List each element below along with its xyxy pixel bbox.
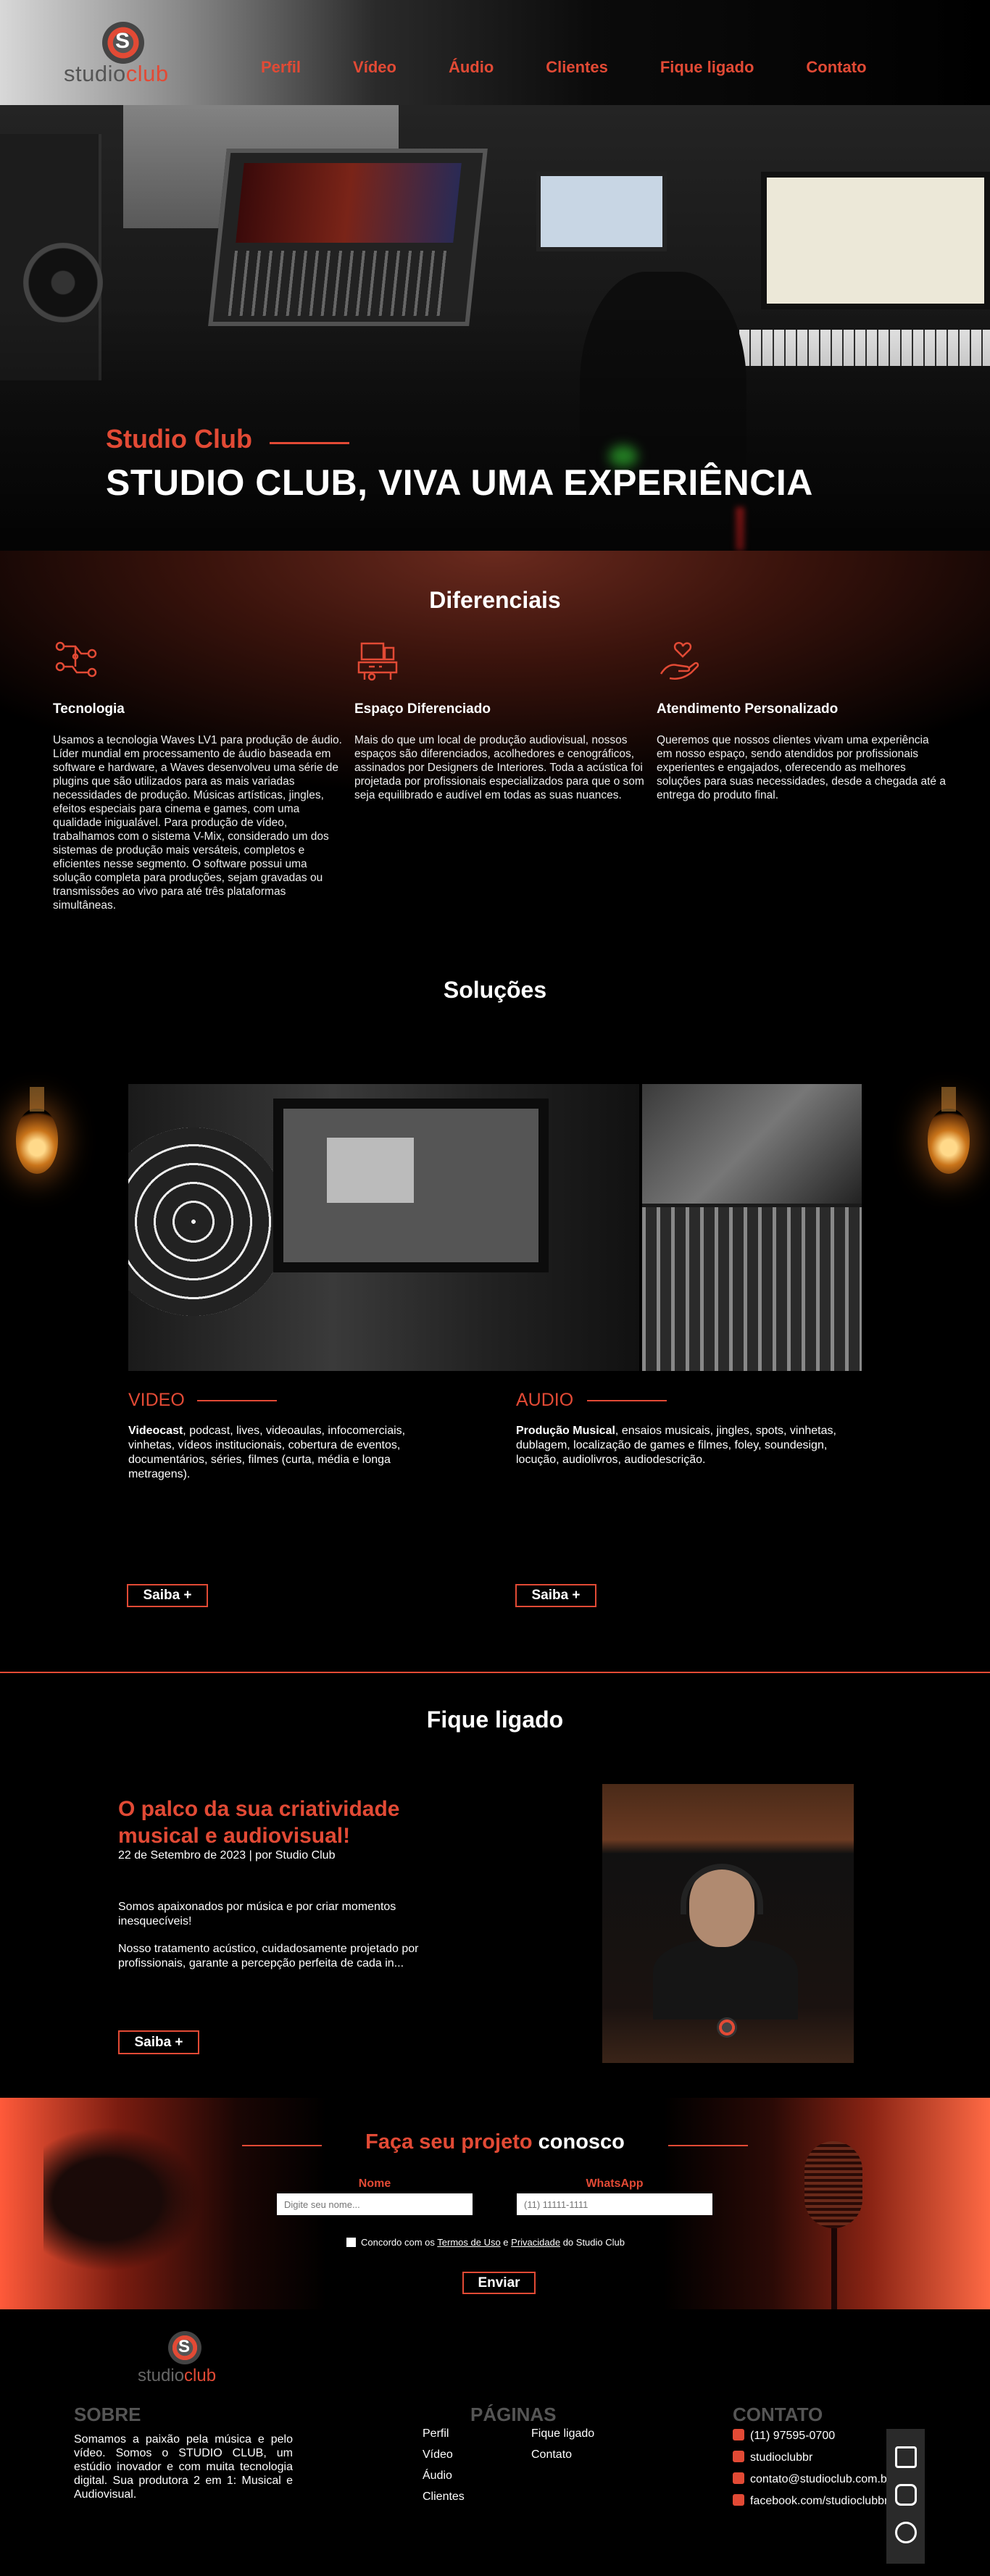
footer-sobre-text: Somamos a paixão pela música e pelo víde… [74, 2433, 293, 2501]
footer-link-clientes[interactable]: Clientes [423, 2490, 465, 2504]
submit-button[interactable]: Enviar [462, 2272, 536, 2294]
hero-title: STUDIO CLUB, VIVA UMA EXPERIÊNCIA [106, 462, 813, 503]
contact-title-line-left [242, 2145, 322, 2146]
hero-banner: Studio Club STUDIO CLUB, VIVA UMA EXPERI… [0, 105, 990, 551]
whatsapp-input[interactable] [517, 2193, 712, 2215]
footer-logo-mark-icon: S [168, 2331, 201, 2364]
video-saiba-button[interactable]: Saiba + [127, 1584, 208, 1607]
post-meta: 22 de Setembro de 2023 | por Studio Club [118, 1849, 336, 1862]
hero-kicker: Studio Club [106, 424, 252, 454]
terms-link[interactable]: Termos de Uso [437, 2237, 500, 2248]
video-heading: VIDEO [128, 1390, 185, 1410]
footer-link-video[interactable]: Vídeo [423, 2448, 453, 2462]
microphone-image [804, 2141, 862, 2228]
solucoes-title: Soluções [443, 977, 547, 1003]
footer-link-audio[interactable]: Áudio [423, 2469, 452, 2483]
name-label: Nome [358, 2177, 391, 2190]
video-description: Videocast, podcast, lives, videoaulas, i… [128, 1424, 447, 1482]
diferencial-title: Tecnologia [53, 701, 125, 717]
diferencial-atendimento: Atendimento Personalizado Queremos que n… [657, 638, 947, 802]
header-logo[interactable]: S studioclub [64, 22, 187, 87]
diferencial-espaco: Espaço Diferenciado Mais do que um local… [354, 638, 644, 802]
audio-lead: Produção Musical [516, 1425, 615, 1437]
studio-icon [357, 642, 398, 681]
main-menu: Perfil Vídeo Áudio Clientes Fique ligado… [261, 58, 919, 77]
nav-perfil[interactable]: Perfil [261, 58, 301, 77]
post-title[interactable]: O palco da sua criatividade musical e au… [118, 1796, 444, 1849]
diferenciais-section: Diferenciais Tecnologia Usamos a tecnolo… [0, 551, 990, 956]
site-header: S studioclub Perfil Vídeo Áudio Clientes… [0, 0, 990, 105]
diferenciais-title: Diferenciais [429, 587, 561, 613]
right-bulb-image [920, 1087, 977, 1188]
logo-brand-part1: studio [64, 61, 126, 86]
footer-paginas-title: PÁGINAS [470, 2404, 557, 2425]
site-footer: S studioclub SOBRE Somamos a paixão pela… [0, 2309, 990, 2576]
audio-description: Produção Musical, ensaios musicais, jing… [516, 1424, 864, 1467]
audio-heading: AUDIO [516, 1390, 574, 1410]
network-icon [55, 641, 97, 678]
audio-solution-image [642, 1084, 862, 1371]
diferencial-text: Mais do que um local de produção audiovi… [354, 734, 644, 801]
footer-link-perfil[interactable]: Perfil [423, 2427, 449, 2440]
nav-video[interactable]: Vídeo [353, 58, 396, 77]
diferencial-title: Espaço Diferenciado [354, 701, 491, 717]
footer-contact-instagram[interactable]: studioclubbr [733, 2451, 812, 2464]
footer-contact-whatsapp[interactable]: (11) 97595-0700 [733, 2429, 835, 2443]
fique-ligado-title: Fique ligado [426, 1706, 564, 1733]
nav-audio[interactable]: Áudio [449, 58, 494, 77]
footer-logo[interactable]: S studioclub [136, 2331, 238, 2389]
email-icon [733, 2472, 744, 2484]
post-excerpt-1: Somos apaixonados por música e por criar… [118, 1901, 396, 1927]
diferencial-title: Atendimento Personalizado [657, 701, 839, 717]
audio-heading-line [587, 1400, 667, 1401]
hero-kicker-line [270, 442, 349, 444]
logo-mark-letter: S [115, 29, 130, 53]
post-image[interactable] [602, 1784, 854, 2063]
whatsapp-icon [733, 2429, 744, 2440]
nav-clientes[interactable]: Clientes [546, 58, 608, 77]
video-heading-line [197, 1400, 277, 1401]
name-input[interactable] [277, 2193, 473, 2215]
post-saiba-button[interactable]: Saiba + [118, 2030, 199, 2054]
logo-text: studioclub [64, 61, 169, 87]
instagram-icon [733, 2451, 744, 2462]
nav-fique-ligado[interactable]: Fique ligado [660, 58, 754, 77]
whatsapp-label: WhatsApp [586, 2177, 644, 2190]
contact-title-line-right [668, 2145, 748, 2146]
consent-text: Concordo com os Termos de Uso e Privacid… [361, 2237, 625, 2248]
video-lead: Videocast [128, 1425, 183, 1437]
diferencial-text: Queremos que nossos clientes vivam uma e… [657, 734, 946, 801]
diferencial-tecnologia: Tecnologia Usamos a tecnologia Waves LV1… [53, 638, 343, 912]
audio-saiba-button[interactable]: Saiba + [515, 1584, 596, 1607]
contact-section: Faça seu projeto conosco Nome WhatsApp C… [0, 2098, 990, 2309]
nav-contato[interactable]: Contato [806, 58, 866, 77]
logo-brand-part2: club [125, 61, 169, 86]
diferencial-text: Usamos a tecnologia Waves LV1 para produ… [53, 734, 342, 912]
mail-open-icon[interactable] [895, 2446, 917, 2468]
whatsapp-icon[interactable] [895, 2522, 917, 2543]
contact-title-accent: Faça seu projeto [365, 2130, 533, 2154]
privacy-link[interactable]: Privacidade [511, 2237, 560, 2248]
consent-checkbox[interactable] [346, 2238, 356, 2247]
post-excerpt-2: Nosso tratamento acústico, cuidadosament… [118, 1943, 419, 1969]
footer-sobre-title: SOBRE [74, 2404, 141, 2425]
contact-title-rest: conosco [532, 2130, 625, 2154]
contact-title: Faça seu projeto conosco [0, 2130, 990, 2154]
instagram-icon[interactable] [895, 2484, 917, 2506]
footer-link-contato[interactable]: Contato [531, 2448, 572, 2462]
video-solution-image [128, 1084, 639, 1371]
section-divider [0, 1672, 990, 1673]
footer-contato-title: CONTATO [733, 2404, 823, 2425]
floating-social-bar [886, 2429, 925, 2564]
footer-contact-facebook[interactable]: facebook.com/studioclubbr [733, 2494, 888, 2508]
footer-link-fique-ligado[interactable]: Fique ligado [531, 2427, 594, 2440]
facebook-icon [733, 2494, 744, 2506]
logo-mark-icon: S [102, 22, 144, 64]
left-bulb-image [9, 1087, 65, 1188]
hand-heart-icon [660, 641, 699, 680]
footer-contact-email[interactable]: contato@studioclub.com.br [733, 2472, 891, 2486]
